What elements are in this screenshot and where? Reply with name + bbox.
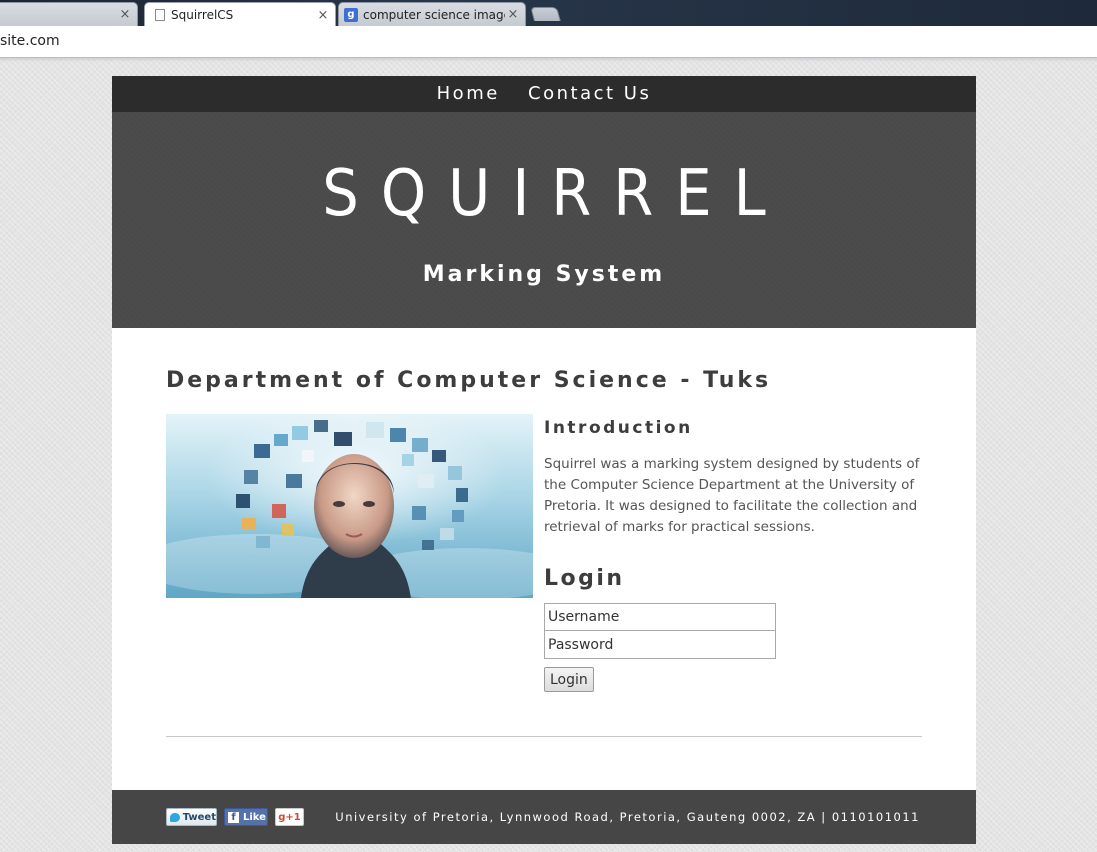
social-buttons: Tweet f Like g+1	[166, 808, 304, 826]
page-icon	[155, 9, 165, 21]
toolbar-shadow	[0, 58, 1097, 62]
nav-contact-link[interactable]: Contact Us	[528, 83, 651, 104]
gplus-label: g+1	[278, 811, 301, 823]
hero-banner: SQUIRREL Marking System	[112, 112, 976, 328]
tweet-label: Tweet	[182, 811, 216, 823]
intro-login-column: Introduction Squirrel was a marking syst…	[544, 414, 924, 692]
browser-tab-previous[interactable]: ×	[0, 2, 138, 26]
twitter-bird-icon	[170, 812, 180, 822]
username-input[interactable]	[544, 603, 776, 631]
nav-home-link[interactable]: Home	[437, 83, 500, 104]
close-icon[interactable]: ×	[315, 8, 331, 23]
url-text[interactable]: site.com	[0, 33, 60, 49]
login-form: Login	[544, 603, 924, 692]
footer-address: University of Pretoria, Lynnwood Road, P…	[335, 810, 920, 824]
google-icon: g	[344, 7, 358, 22]
like-label: Like	[243, 811, 266, 823]
site-subtitle: Marking System	[422, 262, 666, 287]
password-input[interactable]	[544, 631, 776, 659]
login-heading: Login	[544, 566, 625, 591]
page-title: Department of Computer Science - Tuks	[166, 368, 772, 393]
introduction-heading: Introduction	[544, 418, 693, 438]
facebook-like-button[interactable]: f Like	[224, 808, 268, 826]
tab-title: SquirrelCS	[171, 8, 234, 22]
computer-science-image	[166, 414, 533, 598]
content-divider	[166, 736, 922, 737]
tweet-button[interactable]: Tweet	[166, 808, 217, 826]
close-icon[interactable]: ×	[505, 7, 521, 22]
close-icon[interactable]: ×	[117, 7, 133, 22]
browser-tab-strip: × SquirrelCS × g computer science images…	[0, 0, 1097, 27]
google-plus-button[interactable]: g+1	[275, 808, 304, 826]
site-title: SQUIRREL	[322, 157, 788, 231]
facebook-icon: f	[228, 811, 239, 823]
top-navigation: Home Contact Us	[112, 76, 976, 112]
login-button[interactable]: Login	[544, 667, 594, 692]
browser-tab-images[interactable]: g computer science images ×	[338, 2, 526, 26]
introduction-text: Squirrel was a marking system designed b…	[544, 456, 920, 535]
browser-tab-squirrelcs[interactable]: SquirrelCS ×	[144, 2, 336, 27]
tab-title: computer science images	[363, 7, 505, 22]
new-tab-button[interactable]	[530, 7, 561, 21]
main-content: Department of Computer Science - Tuks In…	[112, 328, 976, 790]
site-footer: Tweet f Like g+1 University of Pretoria,…	[112, 790, 976, 844]
website-container: Home Contact Us SQUIRREL Marking System …	[112, 76, 976, 844]
address-bar[interactable]: site.com	[0, 26, 1097, 58]
